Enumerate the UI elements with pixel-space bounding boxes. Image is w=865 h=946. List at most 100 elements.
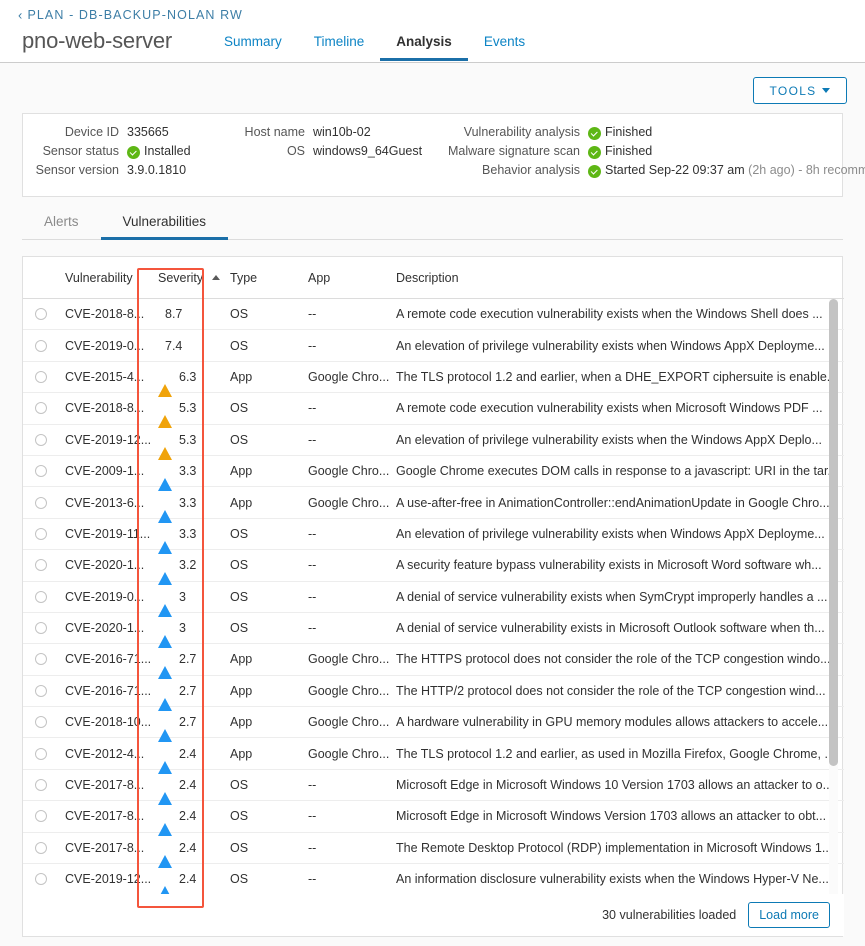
subtab-alerts[interactable]: Alerts <box>22 208 101 240</box>
row-radio-button[interactable] <box>35 684 47 697</box>
cell-type: OS <box>230 432 249 447</box>
table-row[interactable]: CVE-2020-1... 3.2 OS -- A security feature b… <box>23 550 844 586</box>
breadcrumb[interactable]: ‹ PLAN - DB-BACKUP-NOLAN RW <box>18 8 243 22</box>
table-row[interactable]: CVE-2018-10... 2.7 App Google Chro... A hard… <box>23 707 844 743</box>
cell-vulnerability: CVE-2017-8... <box>65 778 145 793</box>
tab-timeline[interactable]: Timeline <box>298 31 381 61</box>
tab-analysis[interactable]: Analysis <box>380 31 468 61</box>
row-radio-button[interactable] <box>35 590 47 603</box>
row-radio-button[interactable] <box>35 308 47 321</box>
table-row[interactable]: CVE-2013-6... 3.3 App Google Chro... A use-a… <box>23 487 844 523</box>
cell-type: OS <box>230 872 249 887</box>
info-row-vulnerability-analysis: Vulnerability analysis Finished <box>413 125 855 144</box>
row-radio-button[interactable] <box>35 339 47 352</box>
analysis-page: ‹ PLAN - DB-BACKUP-NOLAN RW pno-web-serv… <box>0 0 865 946</box>
cell-app: -- <box>308 401 317 416</box>
row-select-cell <box>35 873 65 886</box>
table-row[interactable]: CVE-2018-8... 5.3 OS -- A remote code execut… <box>23 393 844 429</box>
cell-severity: 2.4 <box>158 872 230 896</box>
row-radio-button[interactable] <box>35 527 47 540</box>
table-row[interactable]: CVE-2017-8... 2.4 OS -- Microsoft Edge in Mi… <box>23 801 844 837</box>
row-radio-button[interactable] <box>35 622 47 635</box>
tools-label: TOOLS <box>769 83 817 98</box>
cell-app: Google Chro... <box>308 464 390 479</box>
subtab-vulnerabilities[interactable]: Vulnerabilities <box>100 208 229 240</box>
cell-type: App <box>230 652 253 667</box>
check-circle-icon <box>127 146 140 159</box>
row-select-cell <box>35 308 65 321</box>
severity-score: 2.4 <box>179 746 197 761</box>
table-body[interactable]: CVE-2018-8... 8.7 OS -- A remote code execut… <box>23 299 844 896</box>
table-row[interactable]: CVE-2017-8... 2.4 OS -- The Remote Desktop P… <box>23 833 844 868</box>
row-radio-button[interactable] <box>35 873 47 886</box>
severity-low-icon <box>158 558 172 586</box>
table-row[interactable]: CVE-2017-8... 2.4 OS -- Microsoft Edge in Mi… <box>23 770 844 806</box>
row-radio-button[interactable] <box>35 496 47 509</box>
table-row[interactable]: CVE-2016-71... 2.7 App Google Chro... The HT… <box>23 676 844 711</box>
cell-type: App <box>230 715 253 730</box>
row-radio-button[interactable] <box>35 559 47 572</box>
table-row[interactable]: CVE-2020-1... 3 OS -- A denial of service vu… <box>23 613 844 649</box>
info-value-text: Finished <box>605 144 653 158</box>
tab-events[interactable]: Events <box>468 31 541 61</box>
row-radio-button[interactable] <box>35 433 47 446</box>
cell-severity: 2.4 <box>158 809 230 837</box>
info-column-host: Host name win10b-02 OS windows9_64Guest <box>227 125 423 163</box>
cell-app: Google Chro... <box>308 683 390 698</box>
table-row[interactable]: CVE-2009-1... 3.3 App Google Chro... Google … <box>23 456 844 492</box>
table-scrollbar[interactable] <box>829 299 838 896</box>
table-row[interactable]: CVE-2019-12... 2.4 OS -- An information disc… <box>23 864 844 896</box>
info-row-sensor-status: Sensor status Installed <box>23 144 191 163</box>
cell-type: OS <box>230 840 249 855</box>
header-type[interactable]: Type <box>230 271 308 285</box>
cell-type: App <box>230 464 253 479</box>
device-info-card: Device ID 335665 Sensor status Installed… <box>22 113 865 197</box>
behavior-suffix: (2h ago) - 8h recommended <box>748 163 865 177</box>
table-footer: 30 vulnerabilities loaded Load more <box>23 894 844 936</box>
footer-status: 30 vulnerabilities loaded <box>602 908 737 922</box>
row-radio-button[interactable] <box>35 370 47 383</box>
cell-severity: 2.7 <box>158 715 230 743</box>
row-radio-button[interactable] <box>35 653 47 666</box>
cell-type: OS <box>230 621 249 636</box>
row-radio-button[interactable] <box>35 402 47 415</box>
row-radio-button[interactable] <box>35 747 47 760</box>
cell-description: Microsoft Edge in Microsoft Windows 10 V… <box>396 778 834 793</box>
info-value: 3.9.0.1810 <box>127 163 187 177</box>
cell-app: -- <box>308 526 317 541</box>
row-radio-button[interactable] <box>35 465 47 478</box>
cell-app: -- <box>308 558 317 573</box>
load-more-button[interactable]: Load more <box>748 902 830 928</box>
cell-severity: 2.4 <box>158 746 230 774</box>
cell-type: OS <box>230 809 249 824</box>
header-vulnerability[interactable]: Vulnerability <box>65 271 158 285</box>
table-row[interactable]: CVE-2019-12... 5.3 OS -- An elevation of pri… <box>23 425 844 460</box>
table-row[interactable]: CVE-2012-4... 2.4 App Google Chro... The TLS… <box>23 738 844 774</box>
cell-vulnerability: CVE-2019-0... <box>65 338 145 353</box>
table-row[interactable]: CVE-2018-8... 8.7 OS -- A remote code execut… <box>23 299 844 331</box>
header-app[interactable]: App <box>308 271 396 285</box>
tools-button[interactable]: TOOLS <box>753 77 847 104</box>
cell-description: The TLS protocol 1.2 and earlier, as use… <box>396 746 835 761</box>
table-scrollbar-thumb[interactable] <box>829 299 838 766</box>
tab-summary[interactable]: Summary <box>208 31 298 61</box>
header-severity[interactable]: Severity <box>158 271 230 285</box>
row-radio-button[interactable] <box>35 810 47 823</box>
cell-type: App <box>230 369 253 384</box>
cell-description: An elevation of privilege vulnerability … <box>396 432 822 447</box>
info-label: Malware signature scan <box>447 144 580 158</box>
cell-vulnerability: CVE-2016-71... <box>65 683 152 698</box>
table-row[interactable]: CVE-2015-4... 6.3 App Google Chro... The TLS… <box>23 362 844 397</box>
row-radio-button[interactable] <box>35 841 47 854</box>
table-row[interactable]: CVE-2019-11... 3.3 OS -- An elevation of pri… <box>23 519 844 554</box>
cell-description: A denial of service vulnerability exists… <box>396 589 828 604</box>
header-description[interactable]: Description <box>396 271 844 285</box>
table-row[interactable]: CVE-2019-0... 3 OS -- A denial of service vu… <box>23 582 844 617</box>
cell-type: OS <box>230 401 249 416</box>
row-radio-button[interactable] <box>35 716 47 729</box>
table-row[interactable]: CVE-2016-71... 2.7 App Google Chro... The HT… <box>23 644 844 680</box>
row-select-cell <box>35 527 65 540</box>
table-row[interactable]: CVE-2019-0... 7.4 OS -- An elevation of priv… <box>23 330 844 362</box>
row-radio-button[interactable] <box>35 779 47 792</box>
cell-type: OS <box>230 778 249 793</box>
